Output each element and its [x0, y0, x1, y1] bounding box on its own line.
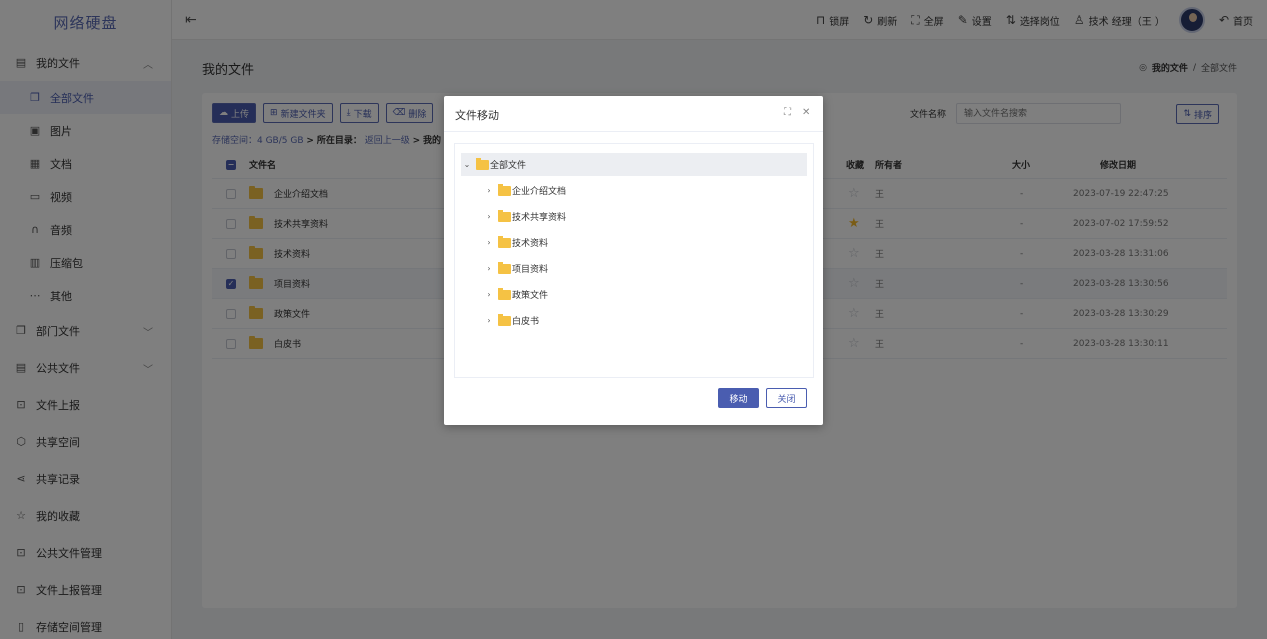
- dialog-header: 文件移动 ⛶ ✕: [444, 96, 823, 132]
- move-file-dialog: 文件移动 ⛶ ✕ ⌄ 全部文件 › 企业介绍文档 › 技术共享资料 › 技术资料…: [444, 96, 823, 425]
- chevron-down-icon[interactable]: ⌄: [461, 160, 473, 169]
- dialog-title: 文件移动: [455, 109, 499, 122]
- chevron-right-icon[interactable]: ›: [483, 212, 495, 221]
- chevron-right-icon[interactable]: ›: [483, 186, 495, 195]
- tree-node[interactable]: › 项目资料: [483, 257, 548, 280]
- tree-node-label: 全部文件: [490, 161, 527, 171]
- folder-icon: [498, 261, 511, 274]
- close-button[interactable]: 关闭: [766, 388, 807, 408]
- folder-icon: [476, 157, 489, 170]
- tree-node-label: 企业介绍文档: [512, 187, 567, 197]
- tree-node-label: 项目资料: [512, 265, 549, 275]
- folder-tree: ⌄ 全部文件 › 企业介绍文档 › 技术共享资料 › 技术资料 › 项目资料 ›…: [454, 143, 814, 378]
- dialog-footer: 移动 关闭: [718, 388, 807, 408]
- tree-node[interactable]: › 政策文件: [483, 283, 548, 306]
- close-icon[interactable]: ✕: [802, 107, 810, 118]
- chevron-right-icon[interactable]: ›: [483, 264, 495, 273]
- move-button[interactable]: 移动: [718, 388, 759, 408]
- chevron-right-icon[interactable]: ›: [483, 290, 495, 299]
- tree-node[interactable]: › 技术资料: [483, 231, 548, 254]
- tree-node-root[interactable]: ⌄ 全部文件: [461, 153, 807, 176]
- folder-icon: [498, 183, 511, 196]
- tree-node[interactable]: › 技术共享资料: [483, 205, 566, 228]
- folder-icon: [498, 287, 511, 300]
- tree-node-label: 技术共享资料: [512, 213, 567, 223]
- folder-icon: [498, 235, 511, 248]
- folder-icon: [498, 313, 511, 326]
- folder-icon: [498, 209, 511, 222]
- tree-node-label: 技术资料: [512, 239, 549, 249]
- chevron-right-icon[interactable]: ›: [483, 238, 495, 247]
- tree-node[interactable]: › 白皮书: [483, 309, 539, 332]
- tree-node-label: 白皮书: [512, 317, 540, 327]
- tree-node-label: 政策文件: [512, 291, 549, 301]
- maximize-icon[interactable]: ⛶: [784, 107, 791, 118]
- tree-node[interactable]: › 企业介绍文档: [483, 179, 566, 202]
- chevron-right-icon[interactable]: ›: [483, 316, 495, 325]
